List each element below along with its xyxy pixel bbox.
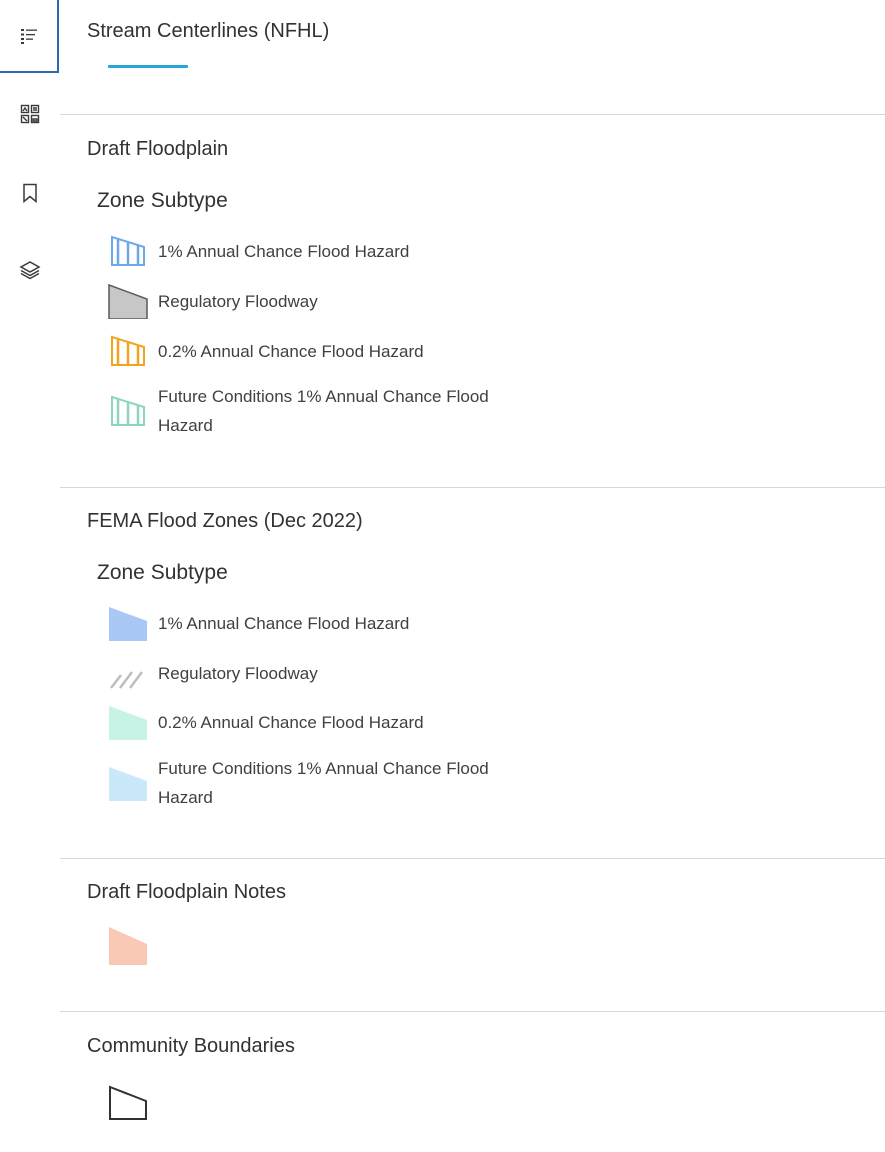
stream-layer-title: Stream Centerlines (NFHL) xyxy=(87,20,330,42)
basemap-gallery-icon xyxy=(20,104,40,124)
legend-item: 0.2% Annual Chance Flood Hazard xyxy=(108,704,498,740)
bookmark-icon xyxy=(22,183,38,203)
legend-item: Future Conditions 1% Annual Chance Flood… xyxy=(108,754,498,812)
divider xyxy=(60,114,885,115)
hatched-blue-symbol xyxy=(111,235,145,266)
legend-item-label: Regulatory Floodway xyxy=(158,291,318,311)
divider xyxy=(60,858,885,859)
layers-icon xyxy=(19,260,41,280)
legend-item-label: 1% Annual Chance Flood Hazard xyxy=(158,241,410,261)
divider xyxy=(60,487,885,488)
gray-polygon-symbol xyxy=(108,283,148,319)
hatched-green-symbol xyxy=(111,395,145,426)
fema-flood-zones-title: FEMA Flood Zones (Dec 2022) xyxy=(87,510,363,532)
legend-item-label: Future Conditions 1% Annual Chance Flood… xyxy=(158,387,489,435)
light-blue-polygon-symbol xyxy=(109,767,147,801)
layer-list-button[interactable] xyxy=(0,242,60,298)
fema-zone-subtype-title: Zone Subtype xyxy=(97,561,228,584)
draft-floodplain-notes-title: Draft Floodplain Notes xyxy=(87,881,286,903)
legend-item: 1% Annual Chance Flood Hazard xyxy=(108,605,498,641)
blue-polygon-symbol xyxy=(109,607,147,641)
legend-icon xyxy=(20,27,38,45)
legend-item: Future Conditions 1% Annual Chance Flood… xyxy=(108,382,498,440)
legend-item: Regulatory Floodway xyxy=(108,655,498,691)
legend-item: 0.2% Annual Chance Flood Hazard xyxy=(108,333,498,369)
legend-item-label: 1% Annual Chance Flood Hazard xyxy=(158,613,410,633)
mint-polygon-symbol xyxy=(109,706,147,740)
community-boundaries-title: Community Boundaries xyxy=(87,1035,295,1057)
legend-tool-button[interactable] xyxy=(0,0,59,73)
legend-item-label: 0.2% Annual Chance Flood Hazard xyxy=(158,341,424,361)
stream-line-symbol xyxy=(108,65,188,68)
draft-zone-subtype-title: Zone Subtype xyxy=(97,189,228,212)
divider xyxy=(60,1011,885,1012)
basemap-gallery-button[interactable] xyxy=(0,86,60,142)
draft-floodplain-title: Draft Floodplain xyxy=(87,138,229,160)
bookmarks-button[interactable] xyxy=(0,165,60,221)
legend-item: Regulatory Floodway xyxy=(108,283,498,319)
legend-item: 1% Annual Chance Flood Hazard xyxy=(108,233,498,269)
legend-item-label: Regulatory Floodway xyxy=(158,663,318,683)
side-toolbar xyxy=(0,0,60,1152)
peach-polygon-symbol xyxy=(109,927,147,965)
diagonal-hatch-symbol xyxy=(110,671,143,689)
hatched-orange-symbol xyxy=(111,335,145,366)
legend-item-label: 0.2% Annual Chance Flood Hazard xyxy=(158,712,424,732)
outline-polygon-symbol xyxy=(109,1085,147,1120)
legend-item-label: Future Conditions 1% Annual Chance Flood… xyxy=(158,759,489,807)
